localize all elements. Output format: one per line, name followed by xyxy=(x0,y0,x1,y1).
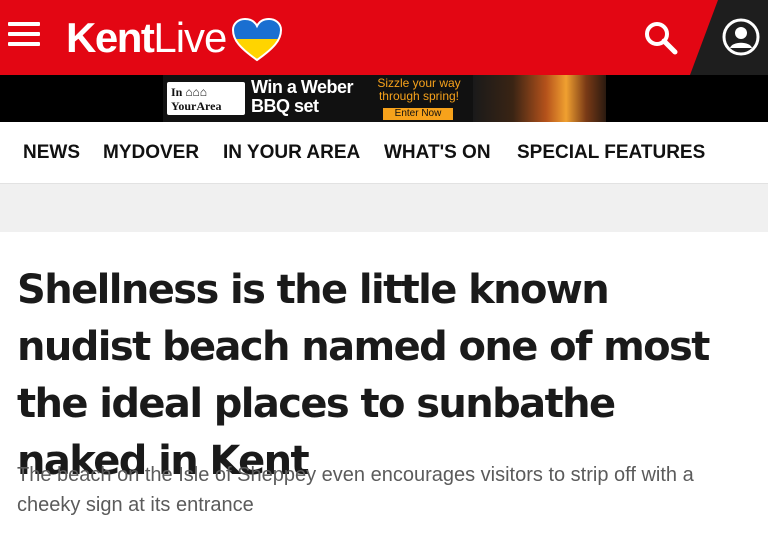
nav-item-news[interactable]: NEWS xyxy=(23,142,80,164)
nav-item-mydover[interactable]: MYDOVER xyxy=(103,142,199,164)
main-nav: NEWS MYDOVER IN YOUR AREA WHAT'S ON SPEC… xyxy=(0,122,768,184)
ad-subtitle: Sizzle your way through spring! xyxy=(370,77,468,103)
site-logo[interactable]: Kent Live xyxy=(66,10,283,66)
article-headline: Shellness is the little known nudist bea… xyxy=(17,267,710,484)
nav-item-whats-on[interactable]: WHAT'S ON xyxy=(384,142,491,164)
advert-banner[interactable]: In ⌂⌂⌂ YourArea Win a Weber BBQ set Sizz… xyxy=(163,75,606,122)
inyourarea-badge: In ⌂⌂⌂ YourArea xyxy=(167,82,245,115)
ukraine-heart-icon xyxy=(232,18,283,62)
ad-badge-line2: YourArea xyxy=(171,99,222,113)
logo-text-light: Live xyxy=(153,14,227,61)
hamburger-menu-icon[interactable] xyxy=(8,22,40,52)
ad-strip: In ⌂⌂⌂ YourArea Win a Weber BBQ set Sizz… xyxy=(0,75,768,122)
ad-placeholder-band xyxy=(0,184,768,232)
search-icon[interactable] xyxy=(643,20,679,56)
ad-title: Win a Weber BBQ set xyxy=(251,77,354,116)
nav-item-in-your-area[interactable]: IN YOUR AREA xyxy=(223,142,360,164)
nav-item-special-features[interactable]: SPECIAL FEATURES xyxy=(517,142,705,164)
account-icon[interactable] xyxy=(722,18,760,56)
ad-title-line2: BBQ set xyxy=(251,96,319,116)
ad-badge-line1: In ⌂⌂⌂ xyxy=(171,85,207,99)
ad-title-line1: Win a Weber xyxy=(251,77,354,97)
site-header: Kent Live xyxy=(0,0,768,75)
article-standfirst: The beach on the Isle of Sheppey even en… xyxy=(17,464,694,516)
bbq-grill-image xyxy=(473,75,606,122)
ad-enter-now-button[interactable]: Enter Now xyxy=(383,108,453,120)
ad-sub-line2: through spring! xyxy=(378,89,460,103)
logo-text-bold: Kent xyxy=(66,14,155,61)
